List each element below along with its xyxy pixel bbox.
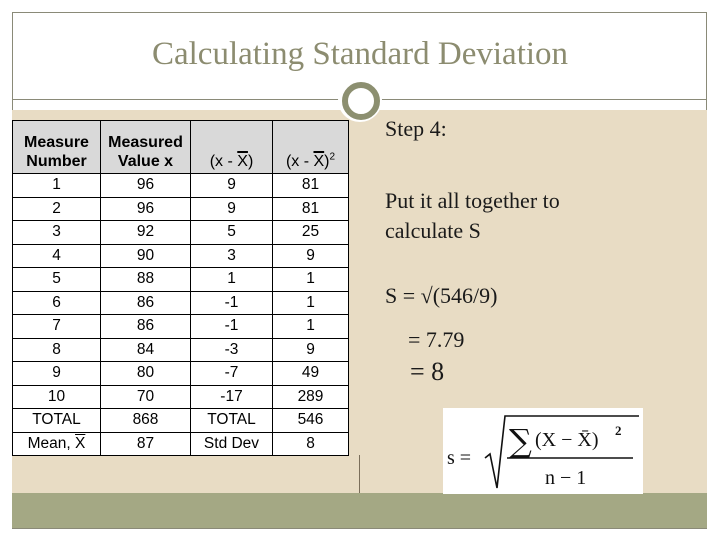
measured-value-cell: 90 xyxy=(100,243,191,268)
formula-lhs: s = xyxy=(447,447,471,469)
measured-value-cell: 86 xyxy=(100,290,191,315)
deviation-cell: -3 xyxy=(190,337,273,362)
table-row: 9 80 -7 49 xyxy=(12,361,349,386)
std-dev-label: Std Dev xyxy=(190,431,273,456)
mean-label: Mean, X xyxy=(12,431,101,456)
squared-deviation-cell: 9 xyxy=(272,243,349,268)
squared-deviation-cell: 1 xyxy=(272,267,349,292)
table-header-row: Measure Number Measured Value x (x - X) … xyxy=(12,120,349,174)
squared-deviation-cell: 289 xyxy=(272,384,349,409)
table-row: 7 86 -1 1 xyxy=(12,314,349,339)
header-text: (x - xyxy=(285,153,314,170)
table-row: 1 96 9 81 xyxy=(12,173,349,198)
measure-number-cell: 2 xyxy=(12,196,101,221)
measured-value-cell: 86 xyxy=(100,314,191,339)
total-label: TOTAL xyxy=(12,408,101,433)
deviation-cell: 3 xyxy=(190,243,273,268)
total-value: 868 xyxy=(100,408,191,433)
formula-step-1: S = √(546/9) xyxy=(385,283,498,308)
squared-deviation-cell: 81 xyxy=(272,173,349,198)
measure-number-cell: 3 xyxy=(12,220,101,245)
deviation-cell: 9 xyxy=(190,196,273,221)
deviation-cell: -7 xyxy=(190,361,273,386)
deviation-cell: 1 xyxy=(190,267,273,292)
measure-number-cell: 7 xyxy=(12,314,101,339)
table-row: 8 84 -3 9 xyxy=(12,337,349,362)
header-line: Number xyxy=(26,153,87,170)
header-measure-number: Measure Number xyxy=(12,120,101,174)
squared-deviation-cell: 81 xyxy=(272,196,349,221)
header-text: (x - xyxy=(209,153,238,170)
deviation-cell: -1 xyxy=(190,314,273,339)
squared-deviation-cell: 49 xyxy=(272,361,349,386)
header-line: Value x xyxy=(117,153,174,170)
slide-title: Calculating Standard Deviation xyxy=(151,36,569,72)
deviation-cell: 5 xyxy=(190,220,273,245)
deviation-cell: 9 xyxy=(190,173,273,198)
formula-sum-symbol: ∑ xyxy=(509,422,532,460)
description-line: calculate S xyxy=(385,218,481,243)
std-dev-table: Measure Number Measured Value x (x - X) … xyxy=(12,120,349,456)
header-line: Measure xyxy=(24,134,89,151)
step-label: Step 4: xyxy=(385,116,447,141)
measured-value-cell: 92 xyxy=(100,220,191,245)
total-value-2: 546 xyxy=(272,408,349,433)
formula-exponent: 2 xyxy=(615,423,622,438)
squared-deviation-cell: 1 xyxy=(272,290,349,315)
formula-svg: s = ∑ (X − X̄) 2 n − 1 xyxy=(447,415,639,489)
table-row: 6 86 -1 1 xyxy=(12,290,349,315)
measured-value-cell: 70 xyxy=(100,384,191,409)
measure-number-cell: 5 xyxy=(12,267,101,292)
measured-value-cell: 88 xyxy=(100,267,191,292)
mean-label-text: Mean, xyxy=(27,434,76,452)
deviation-cell: -1 xyxy=(190,290,273,315)
mean-symbol: X xyxy=(313,153,325,170)
total-row: TOTAL 868 TOTAL 546 xyxy=(12,408,349,433)
mean-value: 87 xyxy=(100,431,191,456)
measure-number-cell: 6 xyxy=(12,290,101,315)
table-row: 3 92 5 25 xyxy=(12,220,349,245)
exponent: 2 xyxy=(329,151,336,163)
step-description: Put it all together to calculate S xyxy=(385,186,685,246)
measure-number-cell: 4 xyxy=(12,243,101,268)
total-label-2: TOTAL xyxy=(190,408,273,433)
formula-numerator: (X − X̄) xyxy=(535,429,599,451)
header-measured-value: Measured Value x xyxy=(100,120,191,174)
squared-deviation-cell: 25 xyxy=(272,220,349,245)
header-deviation: (x - X) xyxy=(190,120,273,174)
measured-value-cell: 84 xyxy=(100,337,191,362)
mean-symbol: X xyxy=(75,434,86,452)
measure-number-cell: 10 xyxy=(12,384,101,409)
measure-number-cell: 9 xyxy=(12,361,101,386)
std-dev-value: 8 xyxy=(272,431,349,456)
measured-value-cell: 96 xyxy=(100,196,191,221)
measure-number-cell: 8 xyxy=(12,337,101,362)
table-row: 2 96 9 81 xyxy=(12,196,349,221)
description-line: Put it all together to xyxy=(385,188,560,213)
header-line: Measured xyxy=(108,134,183,151)
footer-band xyxy=(12,493,707,529)
mean-row: Mean, X 87 Std Dev 8 xyxy=(12,431,349,456)
measure-number-cell: 1 xyxy=(12,173,101,198)
mean-symbol: X xyxy=(237,153,248,170)
squared-deviation-cell: 1 xyxy=(272,314,349,339)
formula-step-2: = 7.79 xyxy=(408,327,465,352)
table-row: 5 88 1 1 xyxy=(12,267,349,292)
table-body: 1 96 9 81 2 96 9 81 3 92 5 25 4 90 3 9 5 88 1 1 6 86 -1 1 7 86 -1 1… xyxy=(12,173,349,409)
formula-denominator: n − 1 xyxy=(545,467,586,489)
header-squared-deviation: (x - X)2 xyxy=(272,120,349,174)
measured-value-cell: 80 xyxy=(100,361,191,386)
header-text: ) xyxy=(247,153,254,170)
column-divider xyxy=(359,455,360,493)
deviation-cell: -17 xyxy=(190,384,273,409)
measured-value-cell: 96 xyxy=(100,173,191,198)
table-row: 4 90 3 9 xyxy=(12,243,349,268)
squared-deviation-cell: 9 xyxy=(272,337,349,362)
std-dev-formula-image: s = ∑ (X − X̄) 2 n − 1 xyxy=(443,408,643,494)
formula-step-3: = 8 xyxy=(410,357,445,386)
ring-ornament-icon xyxy=(342,82,380,120)
table-row: 10 70 -17 289 xyxy=(12,384,349,409)
